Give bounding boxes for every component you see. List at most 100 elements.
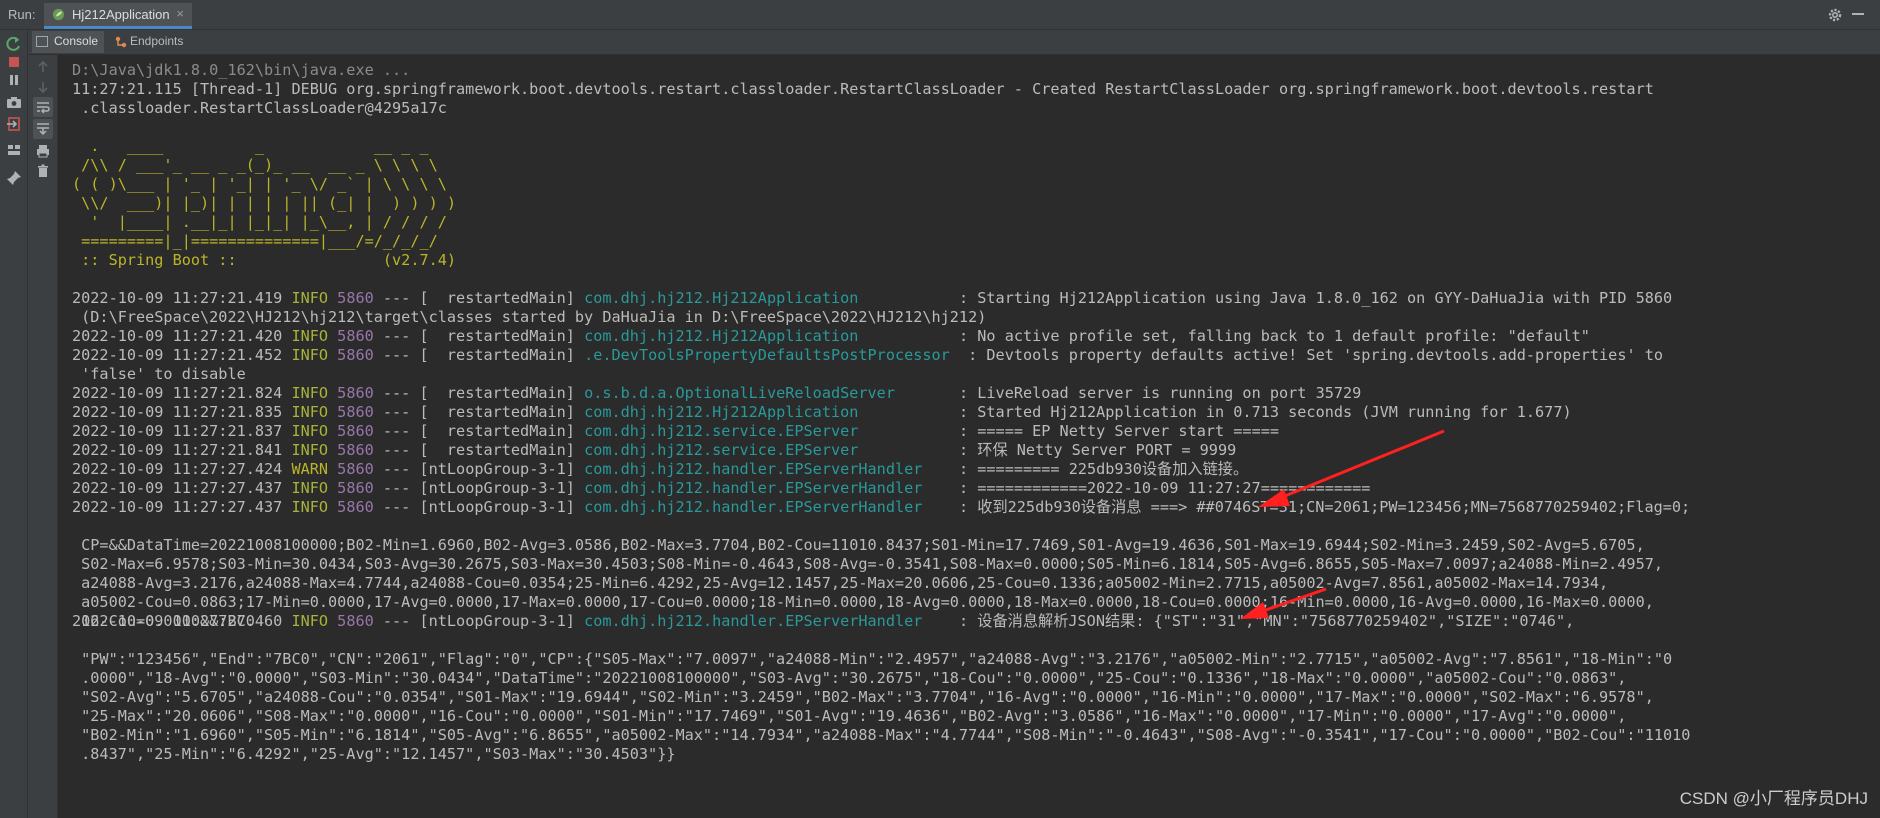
log-message: ===== EP Netty Server start ===== (977, 422, 1280, 440)
log-pid: 5860 (337, 612, 374, 630)
log-thread: restartedMain (428, 403, 566, 421)
log-separator: ] (565, 498, 585, 516)
log-timestamp: 2022-10-09 11:27:27.437 (72, 498, 292, 516)
camera-icon[interactable] (4, 92, 24, 112)
log-separator: : (949, 403, 978, 421)
layout-icon[interactable] (4, 140, 24, 160)
log-timestamp: 2022-10-09 11:27:21.452 (72, 346, 292, 364)
console-line: S02-Max=6.9578;S03-Min=30.0434,S03-Avg=3… (72, 555, 1663, 573)
soft-wrap-icon[interactable] (33, 97, 53, 117)
tab-console[interactable]: Console (32, 31, 104, 53)
log-pid: 5860 (337, 403, 374, 421)
tab-console-label: Console (54, 34, 99, 48)
log-message: LiveReload server is running on port 357… (977, 384, 1362, 402)
log-logger: com.dhj.hj212.Hj212Application (584, 403, 950, 421)
log-separator: --- [ (373, 460, 429, 478)
run-label: Run: (8, 7, 36, 22)
log-separator: : (949, 498, 978, 516)
log-thread: restartedMain (428, 327, 566, 345)
run-tab-hj212application[interactable]: Hj212Application × (44, 3, 192, 29)
console-line: CP=&&DataTime=20221008100000;B02-Min=1.6… (72, 536, 1645, 554)
log-level: INFO (291, 498, 338, 516)
log-separator: ] (565, 346, 585, 364)
log-level: INFO (291, 441, 338, 459)
spring-leaf-icon (52, 8, 65, 21)
log-entry: 2022-10-09 11:27:21.837 INFO 5860 --- [ … (72, 422, 1279, 441)
pin-icon[interactable] (4, 168, 24, 188)
log-separator: --- [ (373, 346, 429, 364)
log-entry: 2022-10-09 11:27:21.841 INFO 5860 --- [ … (72, 441, 1236, 460)
close-icon[interactable]: × (176, 6, 184, 21)
log-timestamp: 2022-10-09 11:27:21.837 (72, 422, 292, 440)
log-level: INFO (291, 403, 338, 421)
log-level: INFO (291, 327, 338, 345)
log-entry: 2022-10-09 11:27:21.452 INFO 5860 --- [ … (72, 346, 1663, 365)
console-line: 'false' to disable (72, 365, 246, 383)
log-message: Started Hj212Application in 0.713 second… (977, 403, 1572, 421)
scroll-down-icon[interactable] (33, 77, 53, 97)
console-toolbar (28, 55, 58, 818)
trash-icon[interactable] (33, 161, 53, 181)
log-pid: 5860 (337, 384, 374, 402)
log-pid: 5860 (337, 289, 374, 307)
log-entry: 2022-10-09 11:27:21.420 INFO 5860 --- [ … (72, 327, 1590, 346)
log-level: INFO (291, 289, 338, 307)
log-pid: 5860 (337, 498, 374, 516)
console-line: ' |____| .__|_| |_|_| |_\__, | / / / / (72, 213, 447, 231)
log-separator: ] (565, 403, 585, 421)
log-separator: : (949, 384, 978, 402)
log-separator: : (958, 346, 987, 364)
log-thread: ntLoopGroup-3-1 (428, 498, 566, 516)
console-tab-strip: Console Endpoints (28, 30, 1880, 55)
rerun-icon[interactable] (4, 34, 24, 54)
scroll-to-end-icon[interactable] (33, 119, 53, 139)
stop-icon[interactable] (4, 52, 24, 72)
console-line: /\\ / ___'_ __ _ _(_)_ __ __ _ \ \ \ \ (72, 156, 438, 174)
log-logger: com.dhj.hj212.service.EPServer (584, 422, 950, 440)
log-thread: restartedMain (428, 422, 566, 440)
log-separator: --- [ (373, 327, 429, 345)
log-timestamp: 2022-10-09 11:27:21.841 (72, 441, 292, 459)
console-line: ( ( )\___ | '_ | '_| | '_ \/ _` | \ \ \ … (72, 175, 447, 193)
run-tool-window-header: Run: Hj212Application × (0, 0, 1880, 30)
print-icon[interactable] (33, 141, 53, 161)
log-thread: restartedMain (428, 441, 566, 459)
pause-icon[interactable] (4, 70, 24, 90)
minimize-icon[interactable] (1852, 13, 1864, 15)
console-line: "PW":"123456","End":"7BC0","CN":"2061","… (72, 650, 1673, 668)
scroll-up-icon[interactable] (33, 57, 53, 77)
log-separator: --- [ (373, 498, 429, 516)
log-separator: ] (565, 327, 585, 345)
tab-endpoints-label: Endpoints (130, 34, 184, 48)
log-logger: com.dhj.hj212.handler.EPServerHandler (584, 498, 950, 516)
log-separator: --- [ (373, 289, 429, 307)
log-separator: : (949, 327, 978, 345)
log-separator: --- [ (373, 479, 429, 497)
log-message: ============2022-10-09 11:27:27=========… (977, 479, 1371, 497)
log-pid: 5860 (337, 441, 374, 459)
console-line: .classloader.RestartClassLoader@4295a17c (72, 99, 447, 117)
run-left-toolbar (0, 30, 28, 818)
gear-icon[interactable] (1826, 6, 1844, 24)
exit-icon[interactable] (4, 114, 24, 134)
tab-endpoints[interactable]: Endpoints (108, 31, 218, 53)
log-logger: com.dhj.hj212.handler.EPServerHandler (584, 479, 950, 497)
log-pid: 5860 (337, 479, 374, 497)
log-separator: --- [ (373, 422, 429, 440)
log-level: INFO (291, 479, 338, 497)
log-thread: restartedMain (428, 346, 566, 364)
log-message: ========= 225db930设备加入链接。 (977, 460, 1249, 478)
log-thread: ntLoopGroup-3-1 (428, 479, 566, 497)
log-logger: com.dhj.hj212.Hj212Application (584, 289, 950, 307)
log-logger: com.dhj.hj212.handler.EPServerHandler (584, 612, 950, 630)
console-line: a24088-Avg=3.2176,a24088-Max=4.7744,a240… (72, 574, 1609, 592)
log-timestamp: 2022-10-09 11:27:21.420 (72, 327, 292, 345)
log-separator: ] (565, 384, 585, 402)
console-line: D:\Java\jdk1.8.0_162\bin\java.exe ... (72, 61, 411, 79)
log-logger: o.s.b.d.a.OptionalLiveReloadServer (584, 384, 950, 402)
console-output[interactable]: D:\Java\jdk1.8.0_162\bin\java.exe ... 11:… (58, 55, 1880, 818)
log-logger: com.dhj.hj212.handler.EPServerHandler (584, 460, 950, 478)
log-separator: --- [ (373, 612, 429, 630)
log-entry: 2022-10-09 11:27:27.437 INFO 5860 --- [n… (72, 479, 1370, 498)
log-logger: com.dhj.hj212.Hj212Application (584, 327, 950, 345)
